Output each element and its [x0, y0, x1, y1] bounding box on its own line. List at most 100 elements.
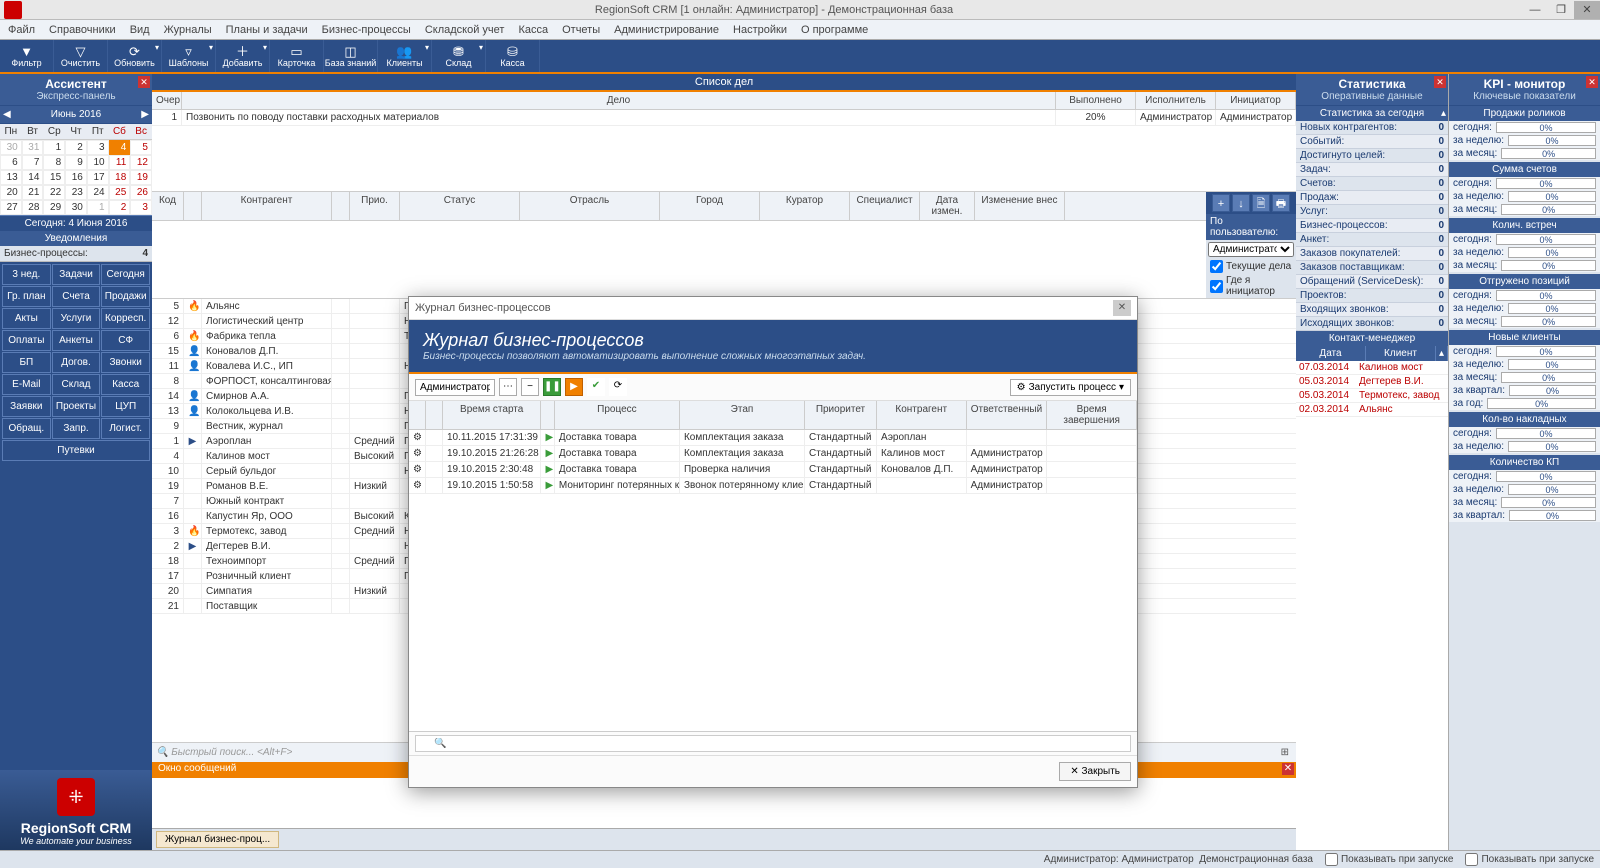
- cal-day[interactable]: 17: [87, 170, 109, 185]
- ellipsis-icon[interactable]: ⋯: [499, 378, 517, 396]
- close-button[interactable]: ✕: [1574, 1, 1600, 19]
- cal-day[interactable]: 30: [0, 140, 22, 155]
- toolbar-Касса[interactable]: ⛁Касса: [486, 40, 540, 72]
- cal-day[interactable]: 30: [65, 200, 87, 215]
- mini-btn[interactable]: 🗎: [1252, 194, 1270, 212]
- nav-Оплаты[interactable]: Оплаты: [2, 330, 51, 351]
- dlg-col[interactable]: Контрагент: [877, 401, 967, 429]
- nav-Счета[interactable]: Счета: [52, 286, 101, 307]
- stat-row[interactable]: Заказов покупателей:0: [1296, 247, 1448, 261]
- menu-item[interactable]: О программе: [797, 22, 872, 38]
- toolbar-Очистить[interactable]: ▽Очистить: [54, 40, 108, 72]
- cal-day[interactable]: 24: [87, 185, 109, 200]
- stat-row[interactable]: Счетов:0: [1296, 177, 1448, 191]
- search-placeholder[interactable]: Быстрый поиск... <Alt+F>: [171, 747, 292, 758]
- nav-ЦУП[interactable]: ЦУП: [101, 396, 150, 417]
- nav-Задачи[interactable]: Задачи: [52, 264, 101, 285]
- nav-Продажи[interactable]: Продажи: [101, 286, 150, 307]
- dlg-col[interactable]: Процесс: [555, 401, 680, 429]
- filter-current-deals[interactable]: Текущие дела: [1206, 259, 1296, 274]
- contr-col[interactable]: Статус: [400, 192, 520, 220]
- cm-row[interactable]: 05.03.2014Термотекс, завод: [1296, 389, 1448, 403]
- menu-item[interactable]: Бизнес-процессы: [318, 22, 415, 38]
- toolbar-Обновить[interactable]: ⟳Обновить: [108, 40, 162, 72]
- contr-col[interactable]: Отрасль: [520, 192, 660, 220]
- dialog-titlebar[interactable]: Журнал бизнес-процессов ✕: [409, 297, 1137, 320]
- close-icon[interactable]: ✕: [1282, 763, 1294, 775]
- toolbar-Карточка[interactable]: ▭Карточка: [270, 40, 324, 72]
- dlg-col[interactable]: [426, 401, 443, 429]
- stat-row[interactable]: Задач:0: [1296, 163, 1448, 177]
- contr-col[interactable]: Прио.: [350, 192, 400, 220]
- contr-col[interactable]: Специалист: [850, 192, 920, 220]
- stat-row[interactable]: Новых контрагентов:0: [1296, 121, 1448, 135]
- dlg-col[interactable]: Приоритет: [805, 401, 877, 429]
- stat-row[interactable]: Бизнес-процессов:0: [1296, 219, 1448, 233]
- stat-row[interactable]: Продаж:0: [1296, 191, 1448, 205]
- cal-day[interactable]: 15: [43, 170, 65, 185]
- dialog-close-button[interactable]: ✕ Закрыть: [1059, 762, 1131, 781]
- bp-row[interactable]: ⚙10.11.2015 17:31:39▶Доставка товараКомп…: [409, 430, 1137, 446]
- minimize-button[interactable]: —: [1522, 1, 1548, 19]
- cal-day[interactable]: 3: [87, 140, 109, 155]
- refresh-icon[interactable]: ⟳: [609, 378, 627, 396]
- nav-Путевки[interactable]: Путевки: [2, 440, 150, 461]
- cal-day[interactable]: 1: [43, 140, 65, 155]
- close-icon[interactable]: ✕: [1586, 76, 1598, 88]
- nav-Анкеты[interactable]: Анкеты: [52, 330, 101, 351]
- prev-month-icon[interactable]: ◀: [3, 109, 11, 120]
- nav-Запр.[interactable]: Запр.: [52, 418, 101, 439]
- cal-day[interactable]: 3: [130, 200, 152, 215]
- deals-col[interactable]: Дело: [182, 92, 1056, 109]
- menu-item[interactable]: Настройки: [729, 22, 791, 38]
- contr-col[interactable]: Город: [660, 192, 760, 220]
- dlg-col[interactable]: Время завершения: [1047, 401, 1137, 429]
- cal-day[interactable]: 25: [109, 185, 131, 200]
- dialog-user-input[interactable]: [415, 379, 495, 396]
- cal-day[interactable]: 14: [22, 170, 44, 185]
- show-on-start-2[interactable]: Показывать при запуске: [1465, 853, 1594, 866]
- nav-СФ[interactable]: СФ: [101, 330, 150, 351]
- check-icon[interactable]: ✔: [587, 378, 605, 396]
- cal-day[interactable]: 4: [109, 140, 131, 155]
- nav-Звонки[interactable]: Звонки: [101, 352, 150, 373]
- nav-Обращ.[interactable]: Обращ.: [2, 418, 51, 439]
- cal-day[interactable]: 2: [109, 200, 131, 215]
- cal-day[interactable]: 19: [130, 170, 152, 185]
- cal-day[interactable]: 11: [109, 155, 131, 170]
- nav-E-Mail[interactable]: E-Mail: [2, 374, 51, 395]
- taskbar-tab[interactable]: Журнал бизнес-проц...: [156, 831, 279, 848]
- dlg-col[interactable]: Ответственный: [967, 401, 1048, 429]
- nav-Корресп.[interactable]: Корресп.: [101, 308, 150, 329]
- nav-Акты[interactable]: Акты: [2, 308, 51, 329]
- cal-day[interactable]: 8: [43, 155, 65, 170]
- menu-item[interactable]: Отчеты: [558, 22, 604, 38]
- cal-day[interactable]: 6: [0, 155, 22, 170]
- deals-col[interactable]: Очер.: [152, 92, 182, 109]
- cal-day[interactable]: 18: [109, 170, 131, 185]
- menu-item[interactable]: Касса: [514, 22, 552, 38]
- close-icon[interactable]: ✕: [138, 76, 150, 88]
- cal-day[interactable]: 26: [130, 185, 152, 200]
- menu-item[interactable]: Вид: [126, 22, 154, 38]
- nav-Касса[interactable]: Касса: [101, 374, 150, 395]
- deals-col[interactable]: Исполнитель: [1136, 92, 1216, 109]
- mini-btn[interactable]: ↓: [1232, 194, 1250, 212]
- nav-Услуги[interactable]: Услуги: [52, 308, 101, 329]
- chevron-up-icon[interactable]: ▴: [1441, 108, 1446, 119]
- cal-day[interactable]: 7: [22, 155, 44, 170]
- menu-item[interactable]: Журналы: [160, 22, 216, 38]
- cal-day[interactable]: 29: [43, 200, 65, 215]
- cal-day[interactable]: 21: [22, 185, 44, 200]
- cm-row[interactable]: 02.03.2014Альянс: [1296, 403, 1448, 417]
- cal-day[interactable]: 22: [43, 185, 65, 200]
- toolbar-Добавить[interactable]: ＋Добавить: [216, 40, 270, 72]
- nav-Логист.[interactable]: Логист.: [101, 418, 150, 439]
- cal-day[interactable]: 12: [130, 155, 152, 170]
- cal-day[interactable]: 13: [0, 170, 22, 185]
- dlg-col[interactable]: Этап: [680, 401, 805, 429]
- cal-day[interactable]: 31: [22, 140, 44, 155]
- toolbar-База знаний[interactable]: ◫База знаний: [324, 40, 378, 72]
- show-on-start-1[interactable]: Показывать при запуске: [1325, 853, 1454, 866]
- menu-item[interactable]: Складской учет: [421, 22, 509, 38]
